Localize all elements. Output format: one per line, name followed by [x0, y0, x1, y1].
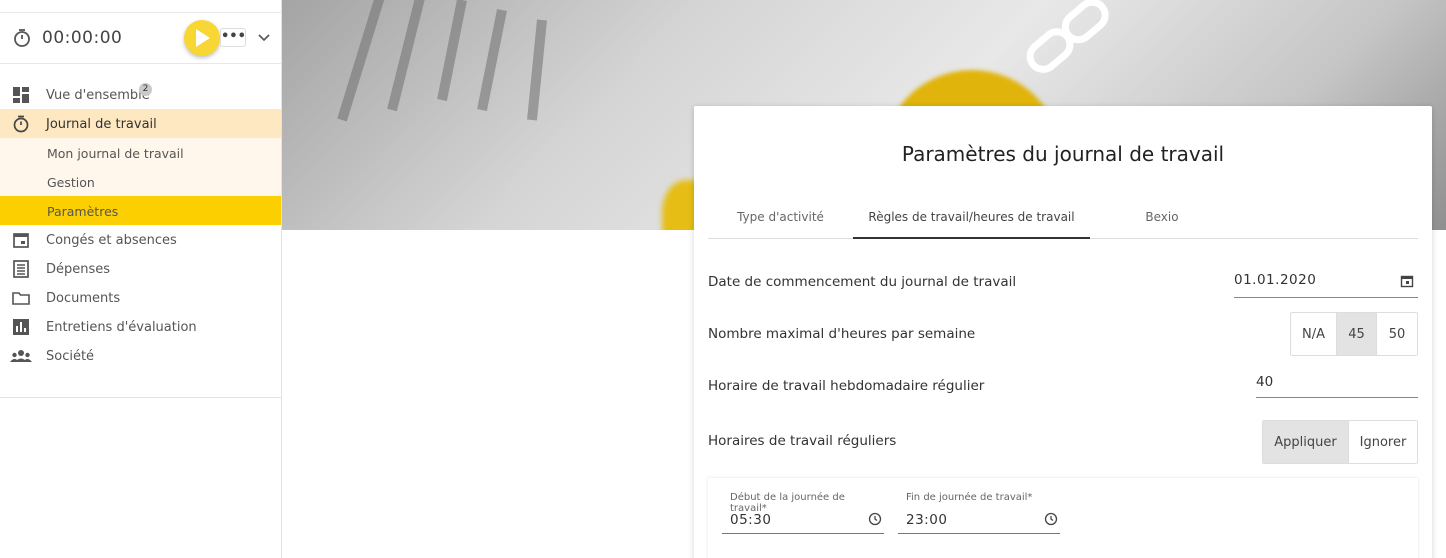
more-options-button[interactable]: ••• — [220, 28, 246, 47]
sidebar: 00:00:00 ••• Vue d'ensemble 2 Journal de… — [0, 0, 282, 558]
sidebar-subitem-my-worklog[interactable]: Mon journal de travail — [0, 138, 281, 167]
sidebar-item-label: Gestion — [47, 175, 95, 190]
play-button[interactable] — [184, 20, 220, 56]
day-end-value: 23:00 — [906, 512, 948, 528]
bar-chart-icon — [13, 319, 29, 335]
regular-hours-label: Horaires de travail réguliers — [708, 433, 897, 449]
max-hours-label: Nombre maximal d'heures par semaine — [708, 326, 976, 342]
link-icon — [1026, 0, 1109, 73]
weekly-hours-value: 40 — [1256, 374, 1274, 390]
sidebar-item-label: Paramètres — [47, 204, 119, 219]
notification-badge: 2 — [139, 83, 152, 96]
banner-texture — [337, 0, 547, 122]
max-hours-toggle: N/A 45 50 — [1290, 312, 1418, 356]
max-hours-option-45[interactable]: 45 — [1337, 313, 1377, 355]
start-date-field[interactable]: 01.01.2020 — [1234, 272, 1418, 298]
dashboard-icon — [13, 87, 29, 103]
day-start-value: 05:30 — [730, 512, 772, 528]
weekly-hours-input[interactable]: 40 — [1256, 374, 1418, 398]
divider — [0, 397, 281, 398]
start-date-value: 01.01.2020 — [1234, 272, 1317, 288]
tab-bar: Type d'activité Règles de travail/heures… — [708, 198, 1418, 239]
working-hours-panel: Début de la journée de travail* 05:30 Fi… — [708, 478, 1418, 558]
chevron-down-icon[interactable] — [257, 31, 271, 45]
sidebar-item-label: Vue d'ensemble — [46, 88, 150, 103]
calendar-icon[interactable] — [1400, 274, 1414, 288]
max-hours-option-na[interactable]: N/A — [1291, 313, 1337, 355]
sidebar-item-documents[interactable]: Documents — [0, 283, 281, 312]
play-icon — [196, 29, 210, 47]
timer-bar: 00:00:00 ••• — [0, 12, 281, 64]
stopwatch-icon — [13, 115, 29, 133]
sidebar-item-worklog[interactable]: Journal de travail — [0, 109, 281, 138]
apply-button[interactable]: Appliquer — [1263, 421, 1349, 463]
sidebar-item-label: Entretiens d'évaluation — [46, 320, 197, 335]
sidebar-nav: Vue d'ensemble 2 Journal de travail Mon … — [0, 80, 281, 370]
people-icon — [10, 350, 32, 362]
receipt-icon — [13, 260, 29, 278]
tab-work-rules[interactable]: Règles de travail/heures de travail — [853, 210, 1090, 224]
ignore-button[interactable]: Ignorer — [1349, 421, 1417, 463]
sidebar-subitem-settings[interactable]: Paramètres — [0, 196, 281, 225]
sidebar-item-label: Documents — [46, 291, 121, 306]
card-title: Paramètres du journal de travail — [901, 142, 1225, 166]
stopwatch-icon — [14, 29, 30, 47]
folder-icon — [12, 292, 30, 305]
sidebar-item-reviews[interactable]: Entretiens d'évaluation — [0, 312, 281, 341]
clock-icon[interactable] — [868, 512, 882, 526]
day-end-field[interactable]: Fin de journée de travail* 23:00 — [898, 492, 1060, 534]
tab-activity-type[interactable]: Type d'activité — [708, 210, 853, 224]
clock-icon[interactable] — [1044, 512, 1058, 526]
day-start-label: Début de la journée de travail* — [730, 492, 845, 514]
settings-card: Paramètres du journal de travail Type d'… — [694, 106, 1432, 558]
sidebar-item-label: Société — [46, 349, 95, 364]
day-end-label: Fin de journée de travail* — [906, 492, 1033, 503]
max-hours-option-50[interactable]: 50 — [1377, 313, 1417, 355]
sidebar-item-label: Journal de travail — [46, 117, 157, 132]
sidebar-subitem-management[interactable]: Gestion — [0, 167, 281, 196]
day-start-field[interactable]: Début de la journée de travail* 05:30 — [722, 492, 884, 534]
sidebar-item-label: Congés et absences — [46, 233, 177, 248]
sidebar-item-overview[interactable]: Vue d'ensemble 2 — [0, 80, 281, 109]
sidebar-item-label: Dépenses — [46, 262, 111, 277]
calendar-icon — [13, 233, 29, 248]
regular-hours-toggle: Appliquer Ignorer — [1262, 420, 1418, 464]
sidebar-item-leave[interactable]: Congés et absences — [0, 225, 281, 254]
start-date-label: Date de commencement du journal de trava… — [708, 274, 1017, 290]
sidebar-item-label: Mon journal de travail — [47, 146, 184, 161]
sidebar-item-company[interactable]: Société — [0, 341, 281, 370]
timer-value: 00:00:00 — [42, 28, 123, 48]
tab-bexio[interactable]: Bexio — [1090, 210, 1234, 224]
active-tab-indicator — [853, 237, 1090, 239]
weekly-hours-label: Horaire de travail hebdomadaire régulier — [708, 378, 985, 394]
sidebar-item-expenses[interactable]: Dépenses — [0, 254, 281, 283]
